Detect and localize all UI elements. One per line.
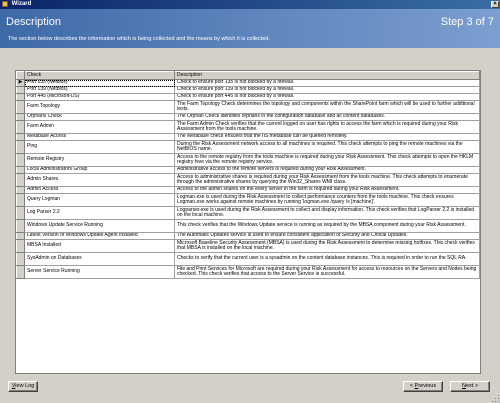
check-description-cell[interactable]: Checks to verify that the current user i… (174, 252, 480, 266)
page-description: The section below describes the informat… (8, 36, 270, 42)
table-row[interactable]: Ping During the Risk Assessment network a… (16, 140, 480, 154)
check-name-cell[interactable]: SysAdmin on Databases (24, 252, 175, 266)
check-description-cell[interactable]: The Farm Admin Check verifies that the c… (174, 120, 480, 134)
check-description-cell[interactable]: The Metabase check ensures that the IIS … (174, 133, 480, 141)
table-row[interactable]: Query Logman Logman.exe is used during th… (16, 193, 480, 207)
row-header-corner (16, 71, 25, 80)
row-selector[interactable] (16, 239, 25, 253)
row-selector[interactable] (16, 140, 25, 154)
close-button[interactable]: × (491, 1, 499, 8)
row-selector[interactable] (16, 219, 25, 233)
row-selector[interactable] (16, 265, 25, 279)
table-row[interactable]: ▶ Port 135 (Netbios) Check to ensure port … (16, 79, 480, 87)
row-selector[interactable] (16, 206, 25, 220)
check-name-cell[interactable]: Query Logman (24, 193, 175, 207)
previous-button[interactable]: < Previous (403, 381, 443, 392)
check-name-cell[interactable]: Local Administrators Group (24, 166, 175, 174)
checks-grid[interactable]: Check Description ▶ Port 135 (Netbios) Che… (15, 70, 481, 374)
next-button[interactable]: Next > (450, 381, 490, 392)
table-row[interactable]: Remote Registry Access to the remote regi… (16, 153, 480, 167)
row-selector[interactable] (16, 186, 25, 194)
row-selector[interactable] (16, 252, 25, 266)
check-name-cell[interactable]: Ping (24, 140, 175, 154)
check-description-cell[interactable]: Access to administrative shares is requi… (174, 173, 480, 187)
check-name-cell[interactable]: Metabase Access (24, 133, 175, 141)
table-row[interactable]: Admin Shares Access to administrative sha… (16, 173, 480, 187)
row-selector[interactable] (16, 133, 25, 141)
table-row[interactable]: SysAdmin on Databases Checks to verify th… (16, 252, 480, 266)
table-row[interactable]: Latest Version of Windows Update Agent I… (16, 232, 480, 240)
row-selector[interactable] (16, 173, 25, 187)
wizard-icon (2, 1, 8, 7)
table-row[interactable]: MBSA Installed Microsoft Baseline Securit… (16, 239, 480, 253)
row-selector[interactable] (16, 153, 25, 167)
table-row[interactable]: Admin Access Access to the admin shares o… (16, 186, 480, 194)
check-name-cell[interactable]: Remote Registry (24, 153, 175, 167)
column-header-check[interactable]: Check (24, 71, 175, 80)
table-row[interactable]: Orphans Check The Orphan Check identifies… (16, 113, 480, 121)
step-indicator: Step 3 of 7 (440, 16, 494, 28)
check-description-cell[interactable]: Logman.exe is used during the Risk Asses… (174, 193, 480, 207)
column-header-description[interactable]: Description (174, 71, 480, 80)
check-description-cell[interactable]: Check to ensure port 135 is not blocked … (174, 79, 480, 87)
check-description-cell[interactable]: Access to the admin shares on the every … (174, 186, 480, 194)
row-selector[interactable] (16, 100, 25, 114)
row-selector[interactable] (16, 120, 25, 134)
table-row[interactable]: Server Service Running File and Print Ser… (16, 265, 480, 279)
table-row[interactable]: Farm Admin The Farm Admin Check verifies … (16, 120, 480, 134)
check-description-cell[interactable]: Administrative access to the remote serv… (174, 166, 480, 174)
resize-grip[interactable] (490, 393, 500, 403)
table-row[interactable]: Local Administrators Group Administrative… (16, 166, 480, 174)
check-name-cell[interactable]: Port 135 (Netbios) (24, 79, 175, 87)
check-description-cell[interactable]: The Orphan Check identifies orphans in t… (174, 113, 480, 121)
check-description-cell[interactable]: This check verifies that the Windows Upd… (174, 219, 480, 233)
check-name-cell[interactable]: Port 139 (Netbios) (24, 86, 175, 94)
check-name-cell[interactable]: Admin Access (24, 186, 175, 194)
table-row[interactable]: Port 445 (Microsoft-DS) Check to ensure p… (16, 93, 480, 101)
table-row[interactable]: Farm Topology The Farm Topology Check det… (16, 100, 480, 114)
check-description-cell[interactable]: Access to the remote registry from the t… (174, 153, 480, 167)
check-description-cell[interactable]: Microsoft Baseline Security Assessment (… (174, 239, 480, 253)
check-name-cell[interactable]: Admin Shares (24, 173, 175, 187)
table-row[interactable]: Port 139 (Netbios) Check to ensure port 1… (16, 86, 480, 94)
table-row[interactable]: Metabase Access The Metabase check ensure… (16, 133, 480, 141)
row-selector[interactable] (16, 86, 25, 94)
check-name-cell[interactable]: Latest Version of Windows Update Agent I… (24, 232, 175, 240)
table-row[interactable]: Log Parser 2.2 Logparser.exe is used duri… (16, 206, 480, 220)
view-log-button[interactable]: View Log (8, 381, 38, 392)
check-name-cell[interactable]: MBSA Installed (24, 239, 175, 253)
check-description-cell[interactable]: The Farm Topology Check determines the t… (174, 100, 480, 114)
row-selector[interactable] (16, 113, 25, 121)
check-name-cell[interactable]: Server Service Running (24, 265, 175, 279)
row-selector[interactable] (16, 193, 25, 207)
row-selector[interactable] (16, 166, 25, 174)
check-description-cell[interactable]: During the Risk Assessment network acces… (174, 140, 480, 154)
row-selector[interactable] (16, 232, 25, 240)
row-selector[interactable] (16, 93, 25, 101)
check-name-cell[interactable]: Farm Topology (24, 100, 175, 114)
check-name-cell[interactable]: Port 445 (Microsoft-DS) (24, 93, 175, 101)
wizard-banner: Description Step 3 of 7 The section belo… (0, 9, 500, 48)
window-title: Wizard (11, 1, 32, 7)
check-description-cell[interactable]: The Automatic Updates service is used to… (174, 232, 480, 240)
check-description-cell[interactable]: Check to ensure port 139 is not blocked … (174, 86, 480, 94)
check-description-cell[interactable]: Check to ensure port 445 is not blocked … (174, 93, 480, 101)
check-description-cell[interactable]: Logparser.exe is used during the Risk As… (174, 206, 480, 220)
row-selector[interactable]: ▶ (16, 79, 25, 87)
check-name-cell[interactable]: Log Parser 2.2 (24, 206, 175, 220)
check-name-cell[interactable]: Farm Admin (24, 120, 175, 134)
check-name-cell[interactable]: Orphans Check (24, 113, 175, 121)
check-description-cell[interactable]: File and Print Services for Microsoft ar… (174, 265, 480, 279)
title-bar: Wizard × (0, 0, 500, 9)
page-title: Description (6, 16, 62, 28)
check-name-cell[interactable]: Windows Update Service Running (24, 219, 175, 233)
table-row[interactable]: Windows Update Service Running This check… (16, 219, 480, 233)
